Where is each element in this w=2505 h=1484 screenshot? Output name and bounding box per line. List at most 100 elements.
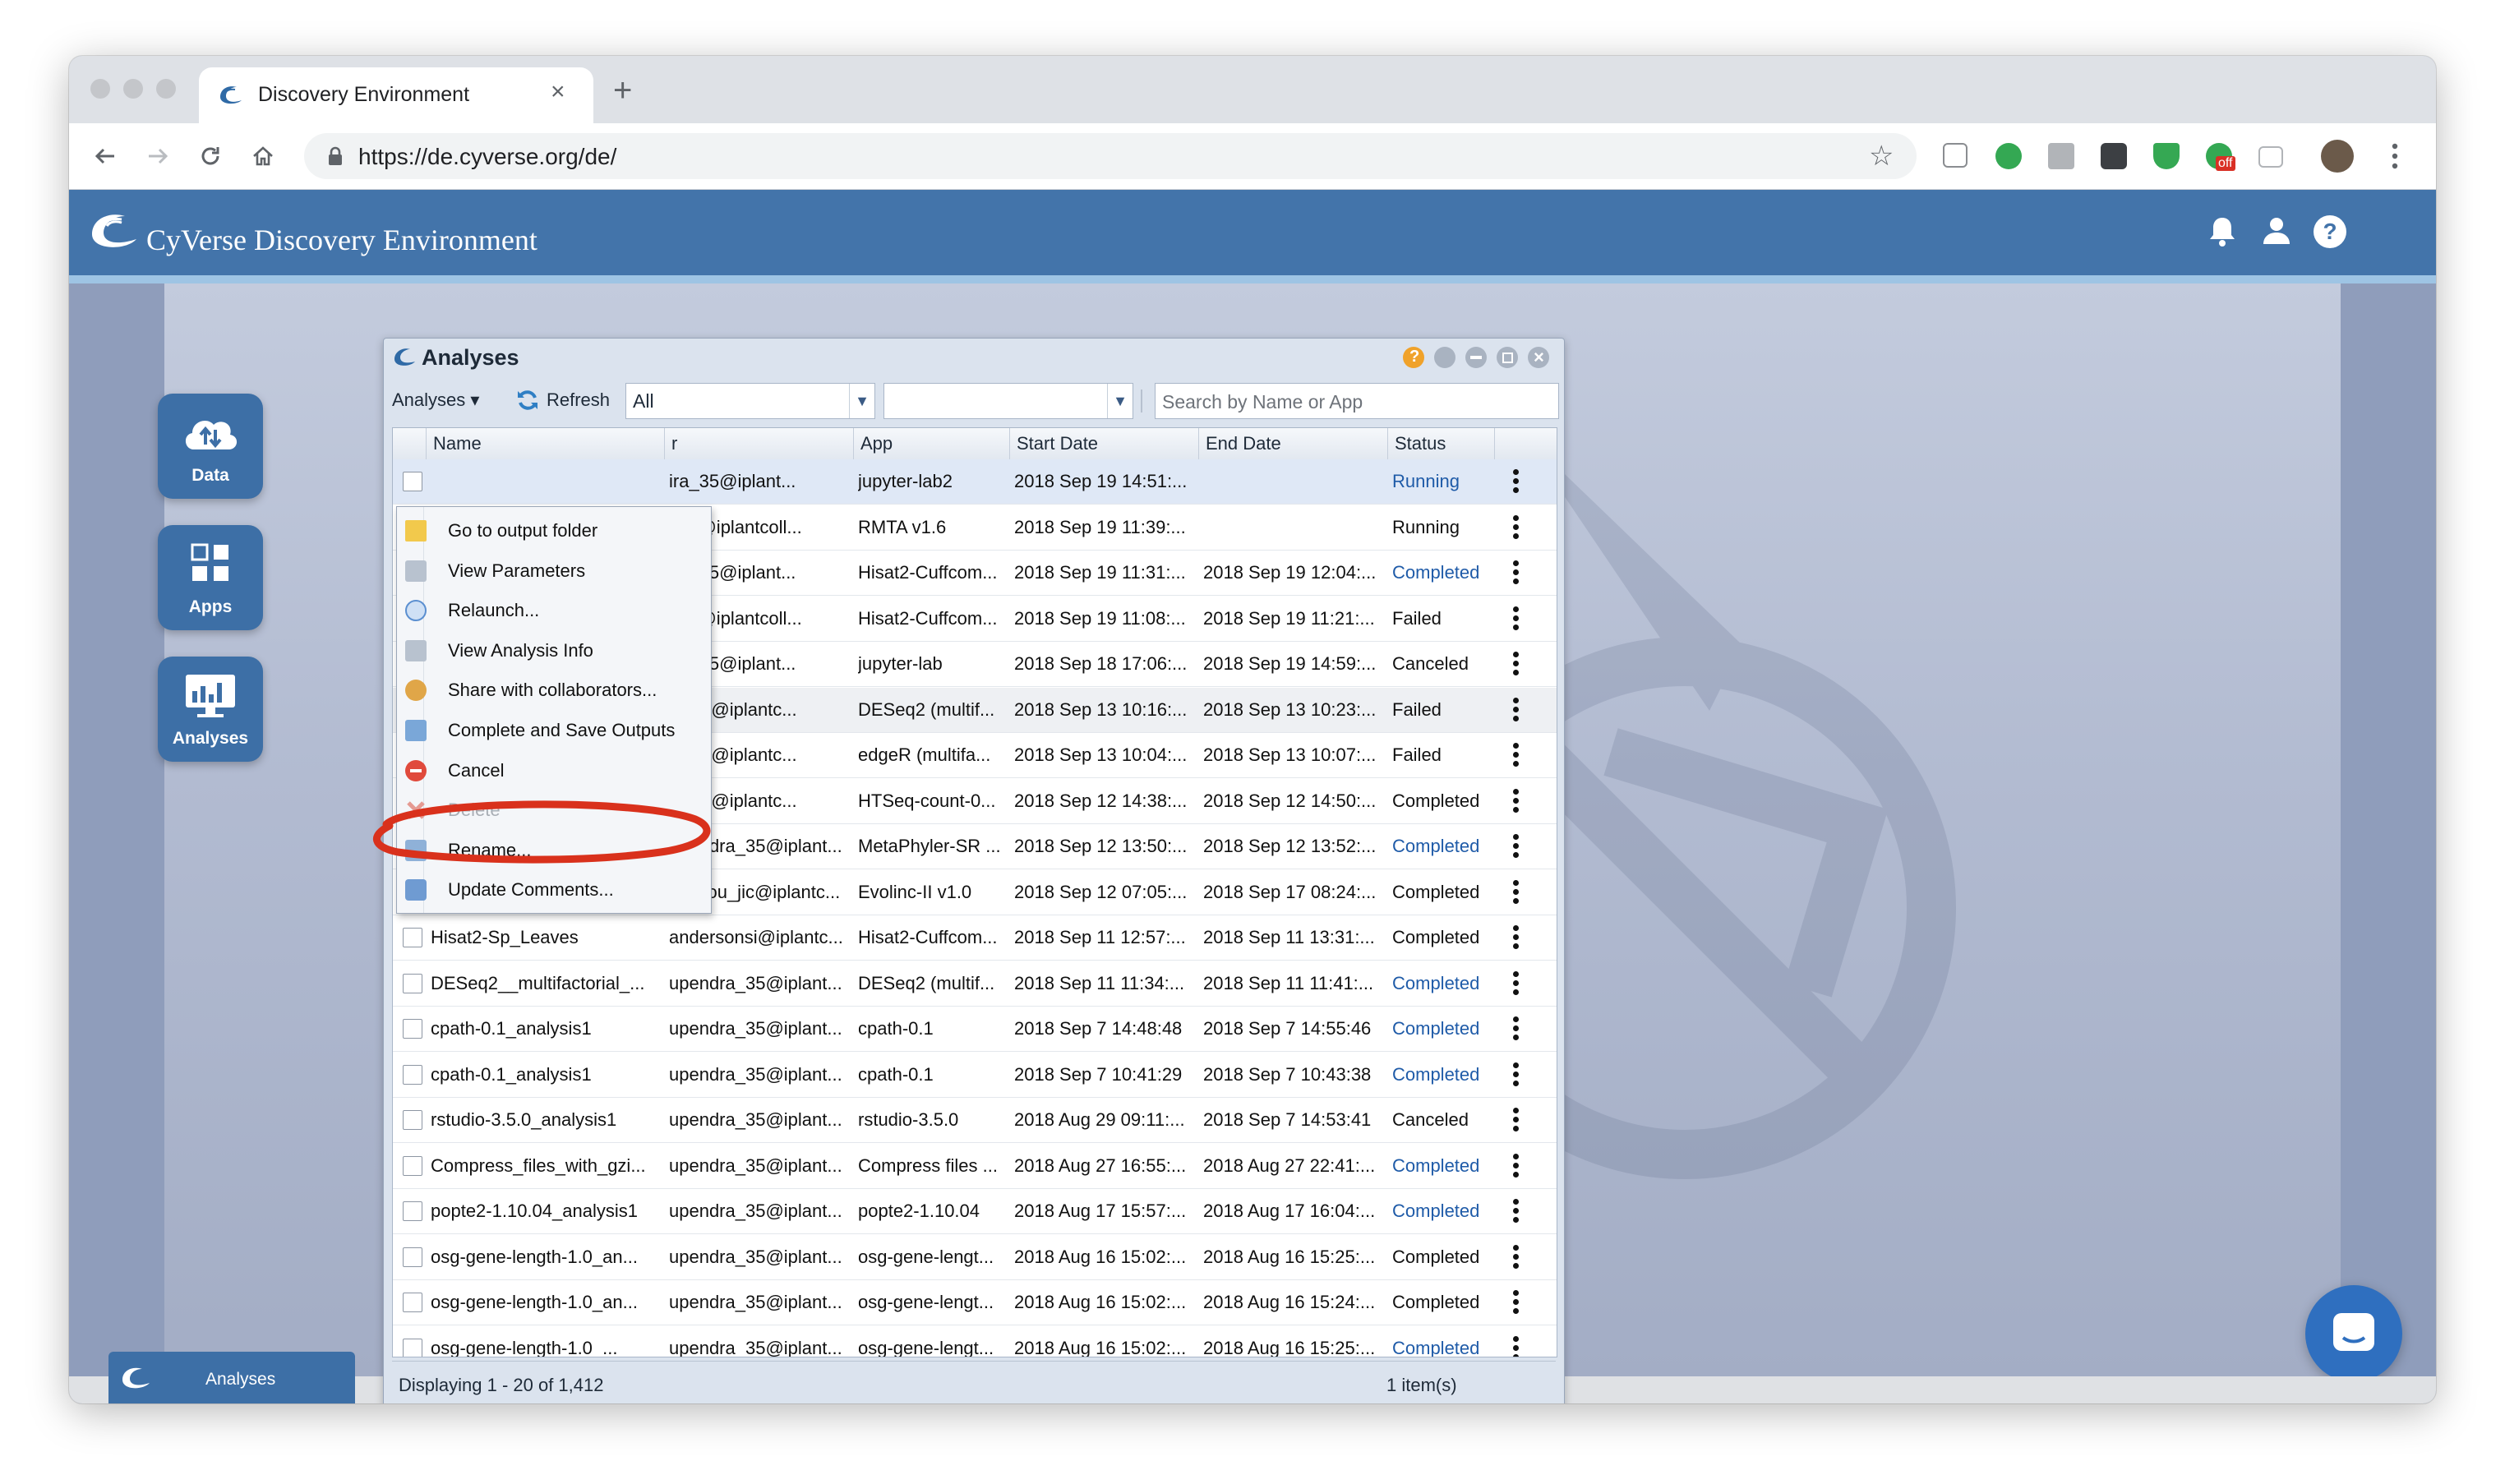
menu-item-go-to-output-folder[interactable]: Go to output folder bbox=[397, 510, 711, 550]
dock-analyses-button[interactable]: Analyses bbox=[158, 657, 263, 762]
browser-tab[interactable]: Discovery Environment × bbox=[199, 67, 593, 123]
forward-icon[interactable] bbox=[140, 138, 176, 174]
chevron-down-icon[interactable]: ▼ bbox=[849, 384, 874, 418]
menu-item-share-with-collaborators[interactable]: Share with collaborators... bbox=[397, 670, 711, 709]
row-actions-kebab-icon[interactable] bbox=[1513, 1199, 1520, 1224]
grammarly-extension-icon[interactable]: off bbox=[2206, 143, 2235, 171]
row-actions-kebab-icon[interactable] bbox=[1513, 925, 1520, 950]
browser-menu-icon[interactable] bbox=[2392, 141, 2398, 171]
table-row[interactable]: osg-gene-length-1.0_an... upendra_35@ipla… bbox=[393, 1280, 1557, 1325]
header-end-date[interactable]: End Date bbox=[1198, 428, 1387, 459]
row-checkbox[interactable] bbox=[403, 472, 422, 491]
tab-close-icon[interactable]: × bbox=[551, 80, 565, 104]
row-actions-kebab-icon[interactable] bbox=[1513, 1290, 1520, 1315]
row-checkbox[interactable] bbox=[403, 1019, 422, 1039]
row-actions-kebab-icon[interactable] bbox=[1513, 1108, 1520, 1132]
cell-status[interactable]: Completed bbox=[1392, 562, 1494, 583]
back-icon[interactable] bbox=[87, 138, 123, 174]
bulb-extension-icon[interactable] bbox=[2101, 143, 2127, 169]
row-actions-kebab-icon[interactable] bbox=[1513, 834, 1520, 859]
bookmark-star-icon[interactable]: ☆ bbox=[1869, 141, 1894, 171]
header-app[interactable]: App bbox=[853, 428, 1009, 459]
url-text[interactable]: https://de.cyverse.org/de/ bbox=[358, 144, 616, 170]
new-tab-button[interactable]: + bbox=[613, 74, 632, 107]
row-actions-kebab-icon[interactable] bbox=[1513, 697, 1520, 722]
row-checkbox[interactable] bbox=[403, 1247, 422, 1267]
row-actions-kebab-icon[interactable] bbox=[1513, 1062, 1520, 1087]
window-minimize-dot[interactable] bbox=[123, 79, 143, 99]
window-close-icon[interactable]: × bbox=[1528, 347, 1549, 368]
help-icon[interactable]: ? bbox=[2313, 214, 2347, 249]
row-actions-kebab-icon[interactable] bbox=[1513, 652, 1520, 676]
chevron-down-icon[interactable]: ▼ bbox=[1107, 384, 1133, 418]
window-grid-icon[interactable] bbox=[1434, 347, 1455, 368]
cell-status[interactable]: Running bbox=[1392, 471, 1494, 492]
header-owner[interactable]: r bbox=[664, 428, 853, 459]
menu-item-relaunch[interactable]: Relaunch... bbox=[397, 590, 711, 629]
table-row[interactable]: osg-gene-length-1.0_... upendra_35@iplant… bbox=[393, 1326, 1557, 1357]
address-bar[interactable]: https://de.cyverse.org/de/ ☆ bbox=[304, 133, 1917, 179]
taskbar-analyses-button[interactable]: Analyses bbox=[108, 1352, 355, 1403]
cell-status[interactable]: Completed bbox=[1392, 1018, 1494, 1039]
row-checkbox[interactable] bbox=[403, 928, 422, 947]
window-maximize-icon[interactable] bbox=[1497, 347, 1518, 368]
row-actions-kebab-icon[interactable] bbox=[1513, 970, 1520, 996]
row-checkbox[interactable] bbox=[403, 1338, 422, 1357]
cell-status[interactable]: Completed bbox=[1392, 836, 1494, 857]
table-row[interactable]: cpath-0.1_analysis1 upendra_35@iplant... c… bbox=[393, 1007, 1557, 1052]
menu-item-complete-and-save-outputs[interactable]: Complete and Save Outputs bbox=[397, 710, 711, 749]
menu-item-update-comments[interactable]: Update Comments... bbox=[397, 869, 711, 909]
analyses-menu-button[interactable]: Analyses ▾ bbox=[392, 389, 479, 411]
cell-status[interactable]: Completed bbox=[1392, 1155, 1494, 1177]
intercom-chat-button[interactable] bbox=[2305, 1285, 2402, 1382]
table-row[interactable]: osg-gene-length-1.0_an... upendra_35@ipla… bbox=[393, 1235, 1557, 1280]
row-checkbox[interactable] bbox=[403, 1155, 422, 1176]
header-name[interactable]: Name bbox=[426, 428, 664, 459]
table-row[interactable]: cpath-0.1_analysis1 upendra_35@iplant... c… bbox=[393, 1053, 1557, 1098]
notifications-bell-icon[interactable] bbox=[2207, 214, 2237, 247]
profile-avatar[interactable] bbox=[2321, 140, 2354, 173]
table-row[interactable]: rstudio-3.5.0_analysis1 upendra_35@iplant… bbox=[393, 1098, 1557, 1143]
header-start-date[interactable]: Start Date bbox=[1009, 428, 1198, 459]
dock-apps-button[interactable]: Apps bbox=[158, 525, 263, 630]
table-row[interactable]: Hisat2-Sp_Leaves andersonsi@iplantc... His… bbox=[393, 915, 1557, 961]
row-actions-kebab-icon[interactable] bbox=[1513, 1244, 1520, 1270]
row-checkbox[interactable] bbox=[403, 1110, 422, 1130]
table-row[interactable]: popte2-1.10.04_analysis1 upendra_35@iplan… bbox=[393, 1189, 1557, 1234]
table-row[interactable]: ira_35@iplant... jupyter-lab2 2018 Sep 19 … bbox=[393, 459, 1557, 505]
cell-status[interactable]: Completed bbox=[1392, 1064, 1494, 1085]
row-checkbox[interactable] bbox=[403, 1293, 422, 1312]
table-row[interactable]: DESeq2__multifactorial_... upendra_35@ipl… bbox=[393, 961, 1557, 1007]
home-icon[interactable] bbox=[245, 138, 281, 174]
menu-item-view-analysis-info[interactable]: View Analysis Info bbox=[397, 630, 711, 670]
cell-status[interactable]: Completed bbox=[1392, 1201, 1494, 1222]
row-checkbox[interactable] bbox=[403, 973, 422, 993]
cell-status[interactable]: Completed bbox=[1392, 1338, 1494, 1357]
row-checkbox[interactable] bbox=[403, 1064, 422, 1085]
cell-status[interactable]: Completed bbox=[1392, 973, 1494, 994]
row-actions-kebab-icon[interactable] bbox=[1513, 879, 1520, 905]
row-actions-kebab-icon[interactable] bbox=[1513, 788, 1520, 813]
window-minimize-icon[interactable] bbox=[1465, 347, 1487, 368]
table-row[interactable]: Compress_files_with_gzi... upendra_35@ipl… bbox=[393, 1144, 1557, 1189]
dock-data-button[interactable]: Data bbox=[158, 394, 263, 499]
search-input[interactable]: Search by Name or App bbox=[1155, 383, 1559, 419]
window-close-dot[interactable] bbox=[90, 79, 110, 99]
cast-extension-icon[interactable] bbox=[2258, 146, 2283, 168]
reload-icon[interactable] bbox=[192, 138, 228, 174]
window-help-icon[interactable]: ? bbox=[1403, 347, 1424, 368]
reader-extension-icon[interactable] bbox=[1943, 143, 1968, 168]
filter-combo[interactable]: All ▼ bbox=[625, 383, 875, 419]
row-actions-kebab-icon[interactable] bbox=[1513, 743, 1520, 767]
row-actions-kebab-icon[interactable] bbox=[1513, 1153, 1520, 1178]
row-actions-kebab-icon[interactable] bbox=[1513, 606, 1520, 631]
user-profile-icon[interactable] bbox=[2262, 214, 2291, 247]
header-status[interactable]: Status bbox=[1387, 428, 1494, 459]
row-actions-kebab-icon[interactable] bbox=[1513, 1335, 1520, 1357]
dropbox-extension-icon[interactable] bbox=[2048, 143, 2074, 169]
menu-item-view-parameters[interactable]: View Parameters bbox=[397, 551, 711, 590]
shield-extension-icon[interactable] bbox=[2153, 143, 2180, 169]
header-select-all[interactable] bbox=[393, 428, 426, 459]
row-checkbox[interactable] bbox=[403, 1201, 422, 1221]
row-actions-kebab-icon[interactable] bbox=[1513, 1016, 1520, 1041]
